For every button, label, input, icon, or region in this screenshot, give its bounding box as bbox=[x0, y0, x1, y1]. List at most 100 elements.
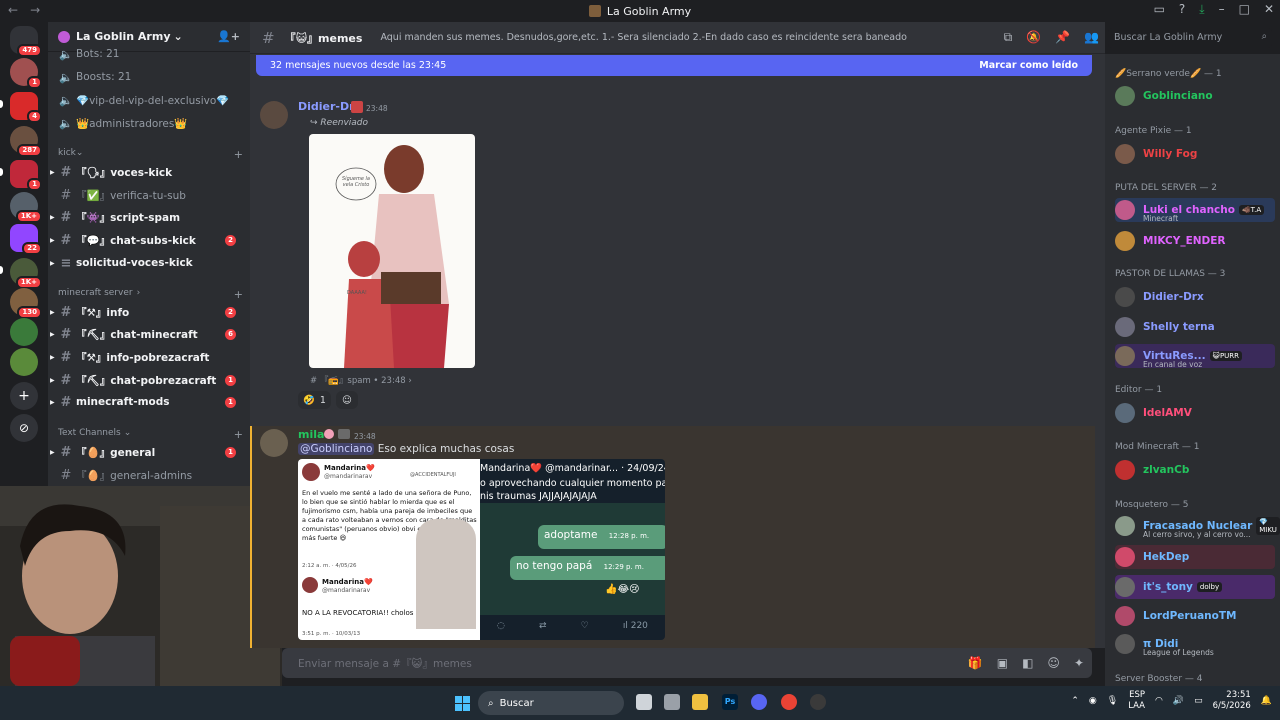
voice-channel[interactable]: 🔈 💎vip-del-vip-del-exclusivo💎 bbox=[56, 90, 246, 110]
channel-info-pobrezacraft[interactable]: ▶ # 『⚒』info-pobrezacraft bbox=[50, 347, 246, 367]
voice-channel[interactable]: 🔈 Bots: 21 bbox=[56, 44, 246, 64]
voice-channel[interactable]: 🔈 👑administradores👑 bbox=[56, 113, 246, 133]
search-input[interactable]: Buscar La Goblin Army ⌕ bbox=[1108, 28, 1272, 48]
start-button[interactable] bbox=[455, 696, 470, 711]
guild-icon[interactable]: 4 bbox=[10, 92, 42, 123]
photoshop-icon[interactable]: Ps bbox=[722, 694, 738, 710]
category-text-channels[interactable]: Text Channels ⌄ + bbox=[58, 428, 243, 441]
member-item[interactable]: IdelAMV bbox=[1115, 401, 1275, 425]
new-messages-banner[interactable]: 32 mensajes nuevos desde las 23:45 Marca… bbox=[256, 55, 1092, 76]
file-explorer-icon[interactable] bbox=[692, 694, 708, 710]
user-mention[interactable]: @Goblinciano bbox=[298, 443, 375, 455]
chrome-icon[interactable] bbox=[781, 694, 797, 710]
add-reaction-button[interactable]: ☺ bbox=[336, 391, 358, 409]
channel-general[interactable]: ▶ # 『🥚』general 1 bbox=[50, 442, 246, 462]
taskbar-search[interactable]: ⌕ Buscar bbox=[478, 691, 624, 715]
member-item[interactable]: zlvanCb bbox=[1115, 458, 1275, 482]
message-image[interactable]: DAAAA! Sígueme la vela Cristo bbox=[309, 134, 475, 368]
message-author[interactable]: mila bbox=[298, 428, 324, 441]
minimize-icon[interactable]: – bbox=[1219, 2, 1225, 17]
voice-channel[interactable]: 🔈 Boosts: 21 bbox=[56, 67, 246, 87]
member-item[interactable]: Willy Fog bbox=[1115, 142, 1275, 166]
maximize-icon[interactable]: □ bbox=[1239, 2, 1250, 17]
back-icon[interactable]: ← bbox=[8, 3, 18, 17]
channel-chat-subs-kick[interactable]: ▶ # 『💬』chat-subs-kick 2 bbox=[50, 230, 246, 250]
forward-source[interactable]: # 『📻』spam • 23:48 › bbox=[310, 374, 412, 386]
avatar[interactable] bbox=[260, 101, 288, 129]
category-kick[interactable]: kick ⌄ + bbox=[58, 148, 243, 161]
invite-icon[interactable]: 👤+ bbox=[217, 30, 240, 43]
discord-icon[interactable] bbox=[751, 694, 767, 710]
notifications-icon[interactable]: 🔔 bbox=[1261, 696, 1272, 706]
guild-icon[interactable]: 130 bbox=[10, 288, 42, 319]
close-icon[interactable]: ✕ bbox=[1264, 2, 1274, 17]
discover-icon[interactable]: ⊘ bbox=[10, 414, 38, 442]
guild-icon[interactable]: 1K+ bbox=[10, 258, 42, 289]
wifi-icon[interactable]: ◠ bbox=[1155, 696, 1163, 706]
attachment-image-tweet[interactable]: Mandarina❤️ @mandarinarav @ACCIDENTALFUJ… bbox=[298, 459, 480, 640]
help-icon[interactable]: ? bbox=[1179, 2, 1185, 17]
inbox-icon[interactable]: ▭ bbox=[1154, 2, 1165, 17]
message-input[interactable]: Enviar mensaje a #『😺』memes 🎁 ▣ ◧ ☺ ✦ bbox=[282, 648, 1092, 678]
pin-icon[interactable]: 📌 bbox=[1055, 30, 1070, 45]
guild-icon[interactable] bbox=[10, 348, 38, 376]
channel-voces-kick[interactable]: ▶ # 『🗣』voces-kick bbox=[50, 162, 246, 182]
guild-icon[interactable]: 1 bbox=[10, 160, 42, 191]
home-button[interactable]: 479 bbox=[10, 26, 42, 57]
app-icon[interactable] bbox=[810, 694, 826, 710]
member-item[interactable]: it's_tony dolby bbox=[1115, 575, 1275, 599]
battery-icon[interactable]: ▭ bbox=[1194, 696, 1203, 706]
member-item[interactable]: MIKCY_ENDER bbox=[1115, 229, 1275, 253]
add-channel-icon[interactable]: + bbox=[234, 428, 243, 441]
tray-expand-icon[interactable]: ⌃ bbox=[1071, 696, 1079, 706]
member-item[interactable]: VirtuRes... 😺PURR En canal de voz bbox=[1115, 344, 1275, 369]
member-item[interactable]: Didier-Drx bbox=[1115, 285, 1275, 309]
member-item[interactable]: LordPeruanoTM bbox=[1115, 604, 1275, 628]
add-channel-icon[interactable]: + bbox=[234, 148, 243, 161]
channel-solicitud-voces-kick[interactable]: ▶ ≡ solicitud-voces-kick bbox=[50, 253, 246, 273]
channel-script-spam[interactable]: ▶ # 『👾』script-spam bbox=[50, 207, 246, 227]
channel-verifica-tu-sub[interactable]: # 『✅』verifica-tu-sub bbox=[56, 185, 246, 205]
add-channel-icon[interactable]: + bbox=[234, 288, 243, 301]
clock[interactable]: 23:51 6/5/2026 bbox=[1213, 690, 1251, 712]
sticker-icon[interactable]: ◧ bbox=[1022, 656, 1033, 670]
volume-icon[interactable]: 🔊 bbox=[1173, 696, 1184, 706]
mark-as-read-button[interactable]: Marcar como leído bbox=[979, 60, 1078, 71]
member-item[interactable]: Goblinciano bbox=[1115, 84, 1275, 108]
member-item[interactable]: Fracasado Nuclear 💎MIKU Al cerro sirvo, y … bbox=[1115, 514, 1280, 539]
member-list-icon[interactable]: 👥 bbox=[1084, 30, 1099, 45]
add-server-icon[interactable]: + bbox=[10, 382, 38, 410]
forward-icon[interactable]: → bbox=[30, 3, 40, 17]
channel-info[interactable]: ▶ # 『⚒』info 2 bbox=[50, 302, 246, 322]
apps-icon[interactable]: ✦ bbox=[1074, 656, 1084, 670]
network-icon[interactable]: ◉ bbox=[1089, 696, 1097, 706]
member-item[interactable]: HekDep bbox=[1115, 545, 1275, 569]
app-icon[interactable] bbox=[664, 694, 680, 710]
notification-bell-icon[interactable]: 🔕 bbox=[1026, 30, 1041, 45]
task-view-icon[interactable] bbox=[636, 694, 652, 710]
channel-chat-minecraft[interactable]: ▶ # 『⛏』chat-minecraft 6 bbox=[50, 324, 246, 344]
channel-general-admins[interactable]: # 『🥚』general-admins bbox=[56, 465, 246, 485]
channel-topic[interactable]: Aqui manden sus memes. Desnudos,gore,etc… bbox=[380, 32, 907, 43]
reaction-laugh[interactable]: 🤣 1 bbox=[298, 391, 331, 409]
guild-icon[interactable]: 1 bbox=[10, 58, 42, 89]
avatar[interactable] bbox=[260, 429, 288, 457]
gift-icon[interactable]: 🎁 bbox=[968, 656, 983, 670]
category-minecraft[interactable]: minecraft server › + bbox=[58, 288, 243, 301]
channel-chat-pobrezacraft[interactable]: ▶ # 『⛏』chat-pobrezacraft 1 bbox=[50, 370, 246, 390]
guild-icon[interactable]: 1K+ bbox=[10, 192, 42, 223]
guild-icon[interactable]: 22 bbox=[10, 224, 42, 255]
member-item[interactable]: π Didi League of Legends bbox=[1115, 632, 1275, 657]
download-icon[interactable]: ⤓ bbox=[1199, 2, 1204, 17]
gif-icon[interactable]: ▣ bbox=[997, 656, 1008, 670]
guild-icon[interactable] bbox=[10, 318, 38, 346]
guild-icon[interactable]: 287 bbox=[10, 126, 42, 157]
channel-minecraft-mods[interactable]: ▶ # minecraft-mods 1 bbox=[50, 392, 246, 412]
emoji-icon[interactable]: ☺ bbox=[1047, 656, 1060, 670]
attachment-image-chat[interactable]: Mandarina❤️ @mandarinar... · 24/09/24 o … bbox=[480, 459, 665, 640]
member-item[interactable]: Shelly terna bbox=[1115, 315, 1275, 339]
threads-icon[interactable]: ⧉ bbox=[1004, 30, 1013, 45]
language-indicator[interactable]: ESP LAA bbox=[1128, 690, 1145, 712]
member-item[interactable]: Luki el chancho 🐗T.A Minecraft bbox=[1115, 198, 1275, 223]
mic-icon[interactable]: 🎙 bbox=[1107, 696, 1118, 706]
